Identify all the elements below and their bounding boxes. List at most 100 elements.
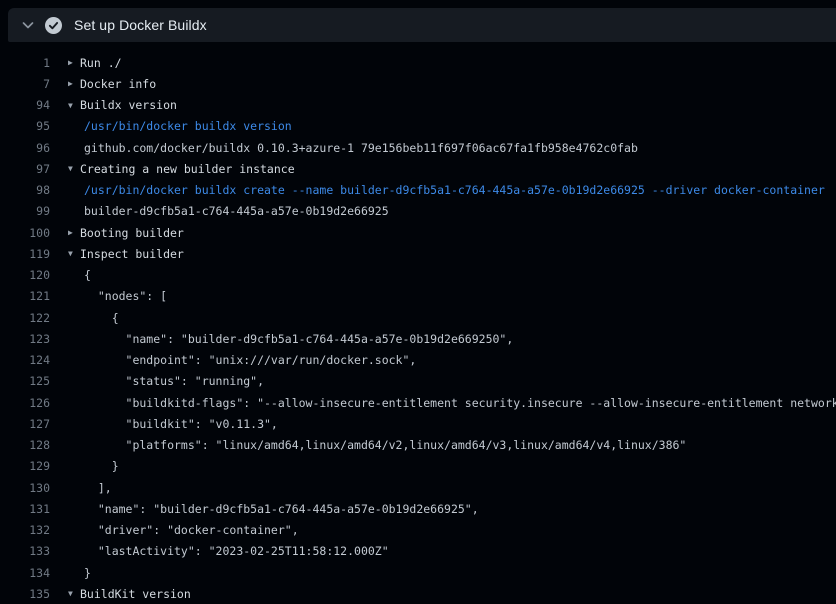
line-number[interactable]: 126 [0, 396, 50, 410]
line-number[interactable]: 120 [0, 268, 50, 282]
log-row: 129 } [0, 456, 836, 477]
line-number[interactable]: 134 [0, 566, 50, 580]
log-row: 122 { [0, 307, 836, 328]
line-number[interactable]: 131 [0, 502, 50, 516]
group-header[interactable]: ▶Run ./ [50, 56, 836, 70]
group-title: Buildx version [80, 98, 177, 112]
line-number[interactable]: 128 [0, 438, 50, 452]
log-row: 135▼BuildKit version [0, 583, 836, 604]
line-number[interactable]: 95 [0, 119, 50, 133]
line-number[interactable]: 98 [0, 183, 50, 197]
line-number[interactable]: 119 [0, 247, 50, 261]
step-header[interactable]: Set up Docker Buildx [8, 8, 836, 42]
output-line: "platforms": "linux/amd64,linux/amd64/v2… [50, 438, 836, 452]
output-text: "endpoint": "unix:///var/run/docker.sock… [84, 353, 416, 367]
line-number[interactable]: 97 [0, 162, 50, 176]
collapse-group-icon[interactable]: ▼ [68, 101, 80, 110]
log-row: 97▼Creating a new builder instance [0, 158, 836, 179]
log-row: 7▶Docker info [0, 73, 836, 94]
line-number[interactable]: 94 [0, 98, 50, 112]
output-text: "nodes": [ [84, 289, 167, 303]
output-text: "lastActivity": "2023-02-25T11:58:12.000… [84, 544, 389, 558]
line-number[interactable]: 121 [0, 289, 50, 303]
group-header[interactable]: ▶Booting builder [50, 226, 836, 240]
expand-group-icon[interactable]: ▶ [68, 79, 80, 88]
log-row: 128 "platforms": "linux/amd64,linux/amd6… [0, 435, 836, 456]
expand-group-icon[interactable]: ▶ [68, 228, 80, 237]
line-number[interactable]: 96 [0, 141, 50, 155]
log-row: 133 "lastActivity": "2023-02-25T11:58:12… [0, 541, 836, 562]
output-text: "buildkit": "v0.11.3", [84, 417, 278, 431]
line-number[interactable]: 99 [0, 204, 50, 218]
output-text: github.com/docker/buildx 0.10.3+azure-1 … [84, 141, 638, 155]
output-text: "status": "running", [84, 374, 264, 388]
group-header[interactable]: ▼Inspect builder [50, 247, 836, 261]
group-title: Docker info [80, 77, 156, 91]
output-text: ], [84, 481, 112, 495]
log-row: 1▶Run ./ [0, 52, 836, 73]
group-title: BuildKit version [80, 587, 191, 601]
group-title: Booting builder [80, 226, 184, 240]
line-number[interactable]: 1 [0, 56, 50, 70]
log-row: 125 "status": "running", [0, 371, 836, 392]
expand-group-icon[interactable]: ▶ [68, 58, 80, 67]
log-row: 120 { [0, 265, 836, 286]
actions-log-viewer: Set up Docker Buildx 1▶Run ./7▶Docker in… [0, 0, 836, 604]
log-row: 94▼Buildx version [0, 95, 836, 116]
command-line: /usr/bin/docker buildx create --name bui… [50, 183, 836, 197]
log-row: 126 "buildkitd-flags": "--allow-insecure… [0, 392, 836, 413]
log-row: 121 "nodes": [ [0, 286, 836, 307]
output-text: builder-d9cfb5a1-c764-445a-a57e-0b19d2e6… [84, 204, 389, 218]
group-header[interactable]: ▼Creating a new builder instance [50, 162, 836, 176]
group-header[interactable]: ▼Buildx version [50, 98, 836, 112]
line-number[interactable]: 133 [0, 544, 50, 558]
output-line: } [50, 566, 836, 580]
output-text: { [84, 268, 91, 282]
line-number[interactable]: 7 [0, 77, 50, 91]
output-line: ], [50, 481, 836, 495]
command-text: /usr/bin/docker buildx version [84, 119, 292, 133]
log-row: 132 "driver": "docker-container", [0, 520, 836, 541]
collapse-group-icon[interactable]: ▼ [68, 164, 80, 173]
line-number[interactable]: 127 [0, 417, 50, 431]
output-line: "name": "builder-d9cfb5a1-c764-445a-a57e… [50, 332, 836, 346]
group-header[interactable]: ▶Docker info [50, 77, 836, 91]
line-number[interactable]: 123 [0, 332, 50, 346]
output-text: "driver": "docker-container", [84, 523, 299, 537]
output-line: "endpoint": "unix:///var/run/docker.sock… [50, 353, 836, 367]
line-number[interactable]: 122 [0, 311, 50, 325]
output-line: "buildkitd-flags": "--allow-insecure-ent… [50, 396, 836, 410]
group-header[interactable]: ▼BuildKit version [50, 587, 836, 601]
output-text: "platforms": "linux/amd64,linux/amd64/v2… [84, 438, 686, 452]
output-text: } [84, 459, 119, 473]
output-line: { [50, 268, 836, 282]
output-text: { [84, 311, 119, 325]
group-title: Run ./ [80, 56, 122, 70]
chevron-down-icon[interactable] [20, 17, 36, 33]
output-text: "name": "builder-d9cfb5a1-c764-445a-a57e… [84, 502, 479, 516]
output-line: "lastActivity": "2023-02-25T11:58:12.000… [50, 544, 836, 558]
line-number[interactable]: 132 [0, 523, 50, 537]
output-line: "driver": "docker-container", [50, 523, 836, 537]
line-number[interactable]: 130 [0, 481, 50, 495]
command-text: /usr/bin/docker buildx create --name bui… [84, 183, 825, 197]
log-row: 124 "endpoint": "unix:///var/run/docker.… [0, 350, 836, 371]
line-number[interactable]: 129 [0, 459, 50, 473]
log-row: 96 github.com/docker/buildx 0.10.3+azure-… [0, 137, 836, 158]
output-text: "buildkitd-flags": "--allow-insecure-ent… [84, 396, 836, 410]
output-line: "status": "running", [50, 374, 836, 388]
log-row: 123 "name": "builder-d9cfb5a1-c764-445a-… [0, 328, 836, 349]
status-check-icon [45, 17, 62, 34]
log-row: 131 "name": "builder-d9cfb5a1-c764-445a-… [0, 498, 836, 519]
output-line: builder-d9cfb5a1-c764-445a-a57e-0b19d2e6… [50, 204, 836, 218]
collapse-group-icon[interactable]: ▼ [68, 249, 80, 258]
line-number[interactable]: 135 [0, 587, 50, 601]
line-number[interactable]: 100 [0, 226, 50, 240]
output-line: } [50, 459, 836, 473]
command-line: /usr/bin/docker buildx version [50, 119, 836, 133]
line-number[interactable]: 125 [0, 374, 50, 388]
group-title: Inspect builder [80, 247, 184, 261]
line-number[interactable]: 124 [0, 353, 50, 367]
collapse-group-icon[interactable]: ▼ [68, 589, 80, 598]
step-title: Set up Docker Buildx [74, 17, 207, 33]
